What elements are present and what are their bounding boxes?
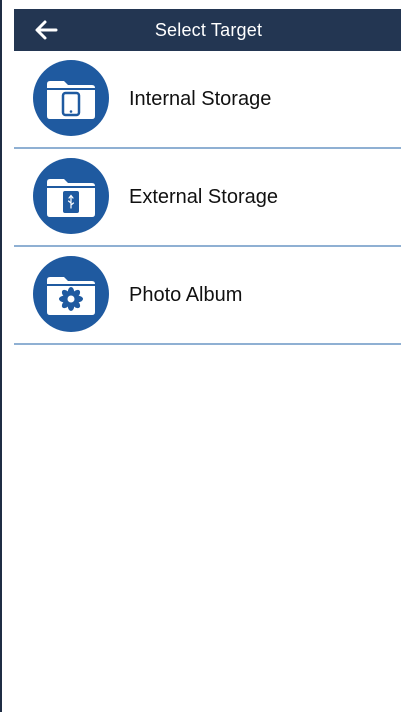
- photo-folder-icon: [33, 256, 109, 332]
- page-title: Select Target: [154, 20, 263, 40]
- app-screen: Select Target Internal Storage External …: [0, 0, 401, 712]
- target-list: Internal Storage External Storage Photo …: [14, 51, 401, 345]
- phone-folder-icon: [33, 60, 109, 136]
- list-item-internal-storage[interactable]: Internal Storage: [14, 51, 401, 149]
- list-item-label: Internal Storage: [129, 88, 272, 110]
- list-item-label: Photo Album: [129, 284, 243, 306]
- list-item-external-storage[interactable]: External Storage: [14, 149, 401, 247]
- usb-folder-icon: [33, 158, 109, 234]
- top-bar: Select Target: [14, 9, 401, 51]
- list-item-label: External Storage: [129, 186, 278, 208]
- list-item-photo-album[interactable]: Photo Album: [14, 247, 401, 345]
